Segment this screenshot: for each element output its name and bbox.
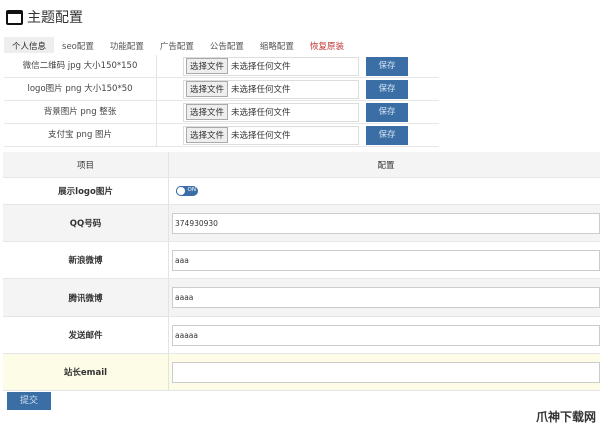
tab-seo[interactable]: seo配置 bbox=[54, 37, 102, 53]
table-row: 发送邮件 bbox=[3, 317, 600, 354]
table-row: 站长email bbox=[3, 354, 600, 391]
watermark: 爪神下载网 bbox=[535, 410, 596, 424]
file-input[interactable]: 选择文件 未选择任何文件 bbox=[183, 79, 359, 99]
tab-restore[interactable]: 恢复原装 bbox=[302, 37, 352, 53]
tab-thumbnails[interactable]: 缩略配置 bbox=[252, 37, 302, 53]
save-button[interactable]: 保存 bbox=[366, 79, 408, 99]
admin-email-input[interactable] bbox=[172, 361, 600, 383]
table-row: 新浪微博 bbox=[3, 242, 600, 279]
logo-toggle[interactable]: ON bbox=[176, 186, 198, 196]
table-header: 项目 配置 bbox=[3, 152, 600, 178]
upload-row: 微信二维码 jpg 大小150*150 选择文件 未选择任何文件 保存 bbox=[4, 55, 439, 78]
tab-ads[interactable]: 广告配置 bbox=[152, 37, 202, 53]
upload-row: 支付宝 png 图片 选择文件 未选择任何文件 保存 bbox=[4, 124, 439, 147]
upload-row: 背景图片 png 整张 选择文件 未选择任何文件 保存 bbox=[4, 101, 439, 124]
tab-bar: 个人信息 seo配置 功能配置 广告配置 公告配置 缩略配置 恢复原装 bbox=[4, 37, 352, 53]
config-table: 项目配置 展示logo图片ON QQ号码 新浪微博 腾讯微博 发送邮件 站长em… bbox=[3, 152, 600, 391]
page-title: 主题配置 bbox=[6, 7, 83, 27]
file-input[interactable]: 选择文件 未选择任何文件 bbox=[183, 102, 359, 122]
tencent-weibo-input[interactable] bbox=[172, 287, 600, 308]
save-button[interactable]: 保存 bbox=[366, 56, 408, 76]
table-row: 展示logo图片 ON bbox=[3, 178, 600, 205]
save-button[interactable]: 保存 bbox=[366, 125, 408, 145]
upload-row: logo图片 png 大小150*50 选择文件 未选择任何文件 保存 bbox=[4, 78, 439, 101]
tab-personal-info[interactable]: 个人信息 bbox=[4, 37, 55, 53]
file-input[interactable]: 选择文件 未选择任何文件 bbox=[183, 56, 359, 76]
table-row: 腾讯微博 bbox=[3, 279, 600, 317]
window-icon bbox=[6, 9, 23, 25]
qq-input[interactable] bbox=[172, 212, 600, 234]
send-mail-input[interactable] bbox=[172, 324, 600, 346]
sina-weibo-input[interactable] bbox=[172, 249, 600, 271]
table-row: QQ号码 bbox=[3, 205, 600, 242]
file-input[interactable]: 选择文件 未选择任何文件 bbox=[183, 125, 359, 145]
submit-button[interactable]: 提交 bbox=[7, 392, 51, 410]
tab-announcements[interactable]: 公告配置 bbox=[202, 37, 252, 53]
tab-features[interactable]: 功能配置 bbox=[102, 37, 152, 53]
save-button[interactable]: 保存 bbox=[366, 102, 408, 122]
